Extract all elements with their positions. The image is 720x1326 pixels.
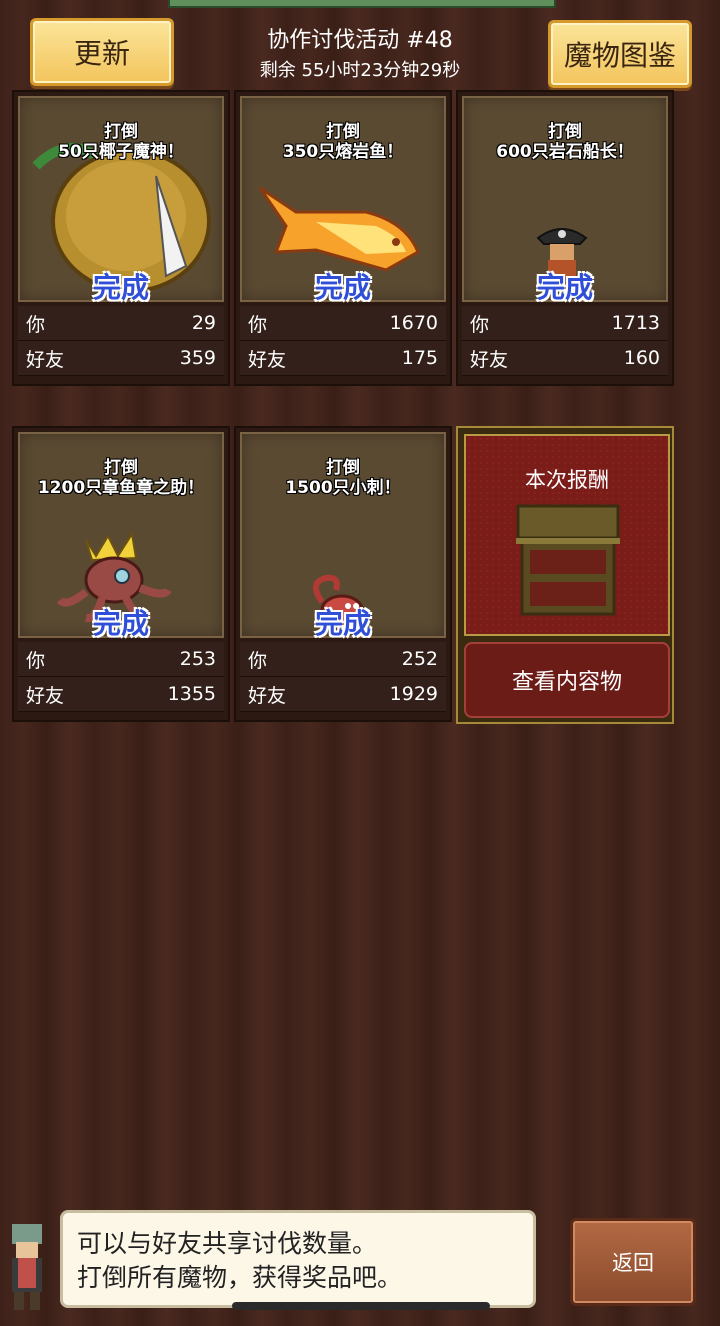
refresh-button[interactable]: 更新 — [30, 18, 174, 86]
you-count-row: 你 1670 — [240, 306, 446, 341]
complete-label: 完成 — [536, 271, 593, 304]
quest-panel: 打倒 1200只章鱼章之助！ 完成 — [18, 432, 224, 640]
you-count-row: 你 253 — [18, 642, 224, 677]
complete-label: 完成 — [92, 271, 149, 304]
reward-card: 本次报酬 查看内容物 — [456, 426, 674, 724]
complete-label: 完成 — [314, 271, 371, 304]
quest-panel: 打倒 600只岩石船长！ 完成 — [462, 96, 668, 304]
friends-count-row: 好友 1929 — [240, 677, 446, 712]
guide-message-bubble: 可以与好友共享讨伐数量。 打倒所有魔物，获得奖品吧。 — [60, 1210, 536, 1308]
reward-title: 本次报酬 — [525, 468, 609, 492]
quest-goal: 打倒 350只熔岩鱼！ — [282, 122, 404, 162]
event-title: 协作讨伐活动 #48 — [267, 28, 453, 53]
quest-card-rock-captain[interactable]: 打倒 600只岩石船长！ 完成 你 1713 好友 160 — [456, 90, 674, 386]
you-count-row: 你 1713 — [462, 306, 668, 341]
header: 更新 协作讨伐活动 #48 剩余 55小时23分钟29秒 魔物图鉴 — [0, 0, 720, 88]
quest-panel: 打倒 1500只小刺！ 完成 — [240, 432, 446, 640]
quest-panel: 打倒 50只椰子魔神！ 完成 — [18, 96, 224, 304]
event-countdown: 剩余 55小时23分钟29秒 — [259, 60, 461, 81]
quest-card-lava-fish[interactable]: 打倒 350只熔岩鱼！ 完成 你 1670 好友 175 — [234, 90, 452, 386]
friends-count-row: 好友 160 — [462, 341, 668, 376]
footer: 可以与好友共享讨伐数量。 打倒所有魔物，获得奖品吧。 返回 — [0, 1206, 720, 1326]
complete-label: 完成 — [92, 607, 149, 640]
friends-count-row: 好友 175 — [240, 341, 446, 376]
friends-count-row: 好友 359 — [18, 341, 224, 376]
quest-stats: 你 253 好友 1355 — [18, 642, 224, 712]
quest-stats: 你 1670 好友 175 — [240, 306, 446, 376]
quest-goal: 打倒 1500只小刺！ — [285, 458, 401, 498]
complete-label: 完成 — [314, 607, 371, 640]
treasure-chest-icon — [516, 504, 620, 616]
quest-panel: 打倒 350只熔岩鱼！ 完成 — [240, 96, 446, 304]
quest-card-octopus[interactable]: 打倒 1200只章鱼章之助！ 完成 你 253 好友 1355 — [12, 426, 230, 722]
quest-card-small-thorn[interactable]: 打倒 1500只小刺！ 完成 你 252 好友 1929 — [234, 426, 452, 722]
quest-card-coconut[interactable]: 打倒 50只椰子魔神！ 完成 你 29 好友 359 — [12, 90, 230, 386]
home-indicator[interactable] — [232, 1302, 490, 1310]
quest-goal: 打倒 1200只章鱼章之助！ — [37, 458, 205, 498]
quest-goal: 打倒 600只岩石船长！ — [496, 122, 634, 162]
guide-character-avatar — [12, 1224, 42, 1310]
view-contents-button[interactable]: 查看内容物 — [464, 642, 670, 718]
quest-stats: 你 1713 好友 160 — [462, 306, 668, 376]
bestiary-button[interactable]: 魔物图鉴 — [548, 20, 692, 88]
friends-count-row: 好友 1355 — [18, 677, 224, 712]
quest-stats: 你 252 好友 1929 — [240, 642, 446, 712]
back-button[interactable]: 返回 — [570, 1218, 696, 1306]
you-count-row: 你 29 — [18, 306, 224, 341]
reward-panel: 本次报酬 — [464, 434, 670, 636]
quest-stats: 你 29 好友 359 — [18, 306, 224, 376]
quest-goal: 打倒 50只椰子魔神！ — [58, 122, 184, 162]
you-count-row: 你 252 — [240, 642, 446, 677]
